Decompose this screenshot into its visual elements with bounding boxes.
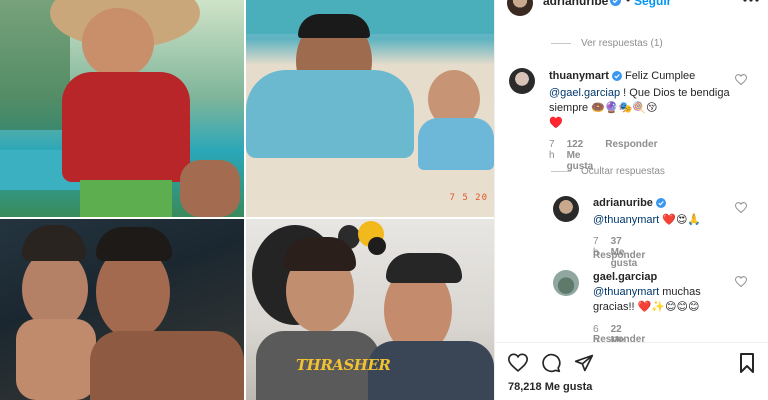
comments-panel: adrianuribe • Seguir Ver respuestas (1) … [494,0,768,400]
avatar[interactable] [507,0,533,16]
reply-button[interactable]: Responder [593,250,645,261]
hide-replies-label: Ocultar respuestas [581,166,665,177]
verified-badge-icon [611,71,622,86]
thread-line [551,171,571,172]
header-separator: • [626,0,631,7]
reply-meta-row2: Responder [593,250,645,261]
reply-text: gael.garciap @thuanymart muchas gracias!… [593,270,733,315]
comment-mention[interactable]: @gael.garciap [549,87,620,99]
thread-line [551,43,571,44]
photo-beach: 7 5 20 [246,0,494,217]
post-photo-collage[interactable]: 7 5 20 THRASHER [0,0,494,400]
verified-badge-icon [610,0,621,9]
view-replies-label: Ver respuestas (1) [581,38,663,49]
comment-icon[interactable] [541,353,561,376]
avatar[interactable] [553,270,579,296]
reply-like-heart-icon[interactable] [734,202,748,216]
avatar[interactable] [553,196,579,222]
reply-text-part: gracias!! ❤️✨😊😊😊 [593,301,700,313]
reply-username[interactable]: gael.garciap [593,271,657,283]
photo-toddler-hat [0,0,244,217]
reply-mention[interactable]: @thuanymart [593,214,659,226]
photo-boy-and-father [0,219,244,400]
reply-text: adrianuribe @thuanymart ❤️😍🙏 [593,196,733,228]
follow-button[interactable]: Seguir [634,0,671,8]
post-header: adrianuribe • Seguir [495,0,768,18]
comment-text-part: Feliz Cumplee [624,70,696,82]
reply-text-part: ❤️😍🙏 [662,214,702,226]
reply-mention[interactable]: @thuanymart [593,286,659,298]
more-options-icon[interactable] [743,0,759,8]
bookmark-icon[interactable] [739,353,755,376]
hide-replies-button[interactable]: Ocultar respuestas [551,166,665,177]
heart-icon[interactable] [507,353,529,375]
view-replies-button[interactable]: Ver respuestas (1) [551,38,663,49]
reply-username[interactable]: adrianuribe [593,197,653,209]
comment-text-part: ♥️ [549,117,563,129]
reply-text-part: muchas [662,286,701,298]
shirt-print-text: THRASHER [296,356,391,374]
header-username[interactable]: adrianuribe [543,0,608,8]
post-likes-count[interactable]: 78,218 Me gusta [508,381,592,393]
share-icon[interactable] [574,353,594,376]
photo-date-stamp: 7 5 20 [449,193,488,203]
comment-username[interactable]: thuanymart [549,70,609,82]
reply-like-heart-icon[interactable] [734,276,748,290]
avatar[interactable] [509,68,535,94]
comment-like-heart-icon[interactable] [734,74,748,88]
comment-text: thuanymart Feliz Cumplee @gael.garciap !… [549,69,739,131]
verified-badge-icon [655,198,666,213]
